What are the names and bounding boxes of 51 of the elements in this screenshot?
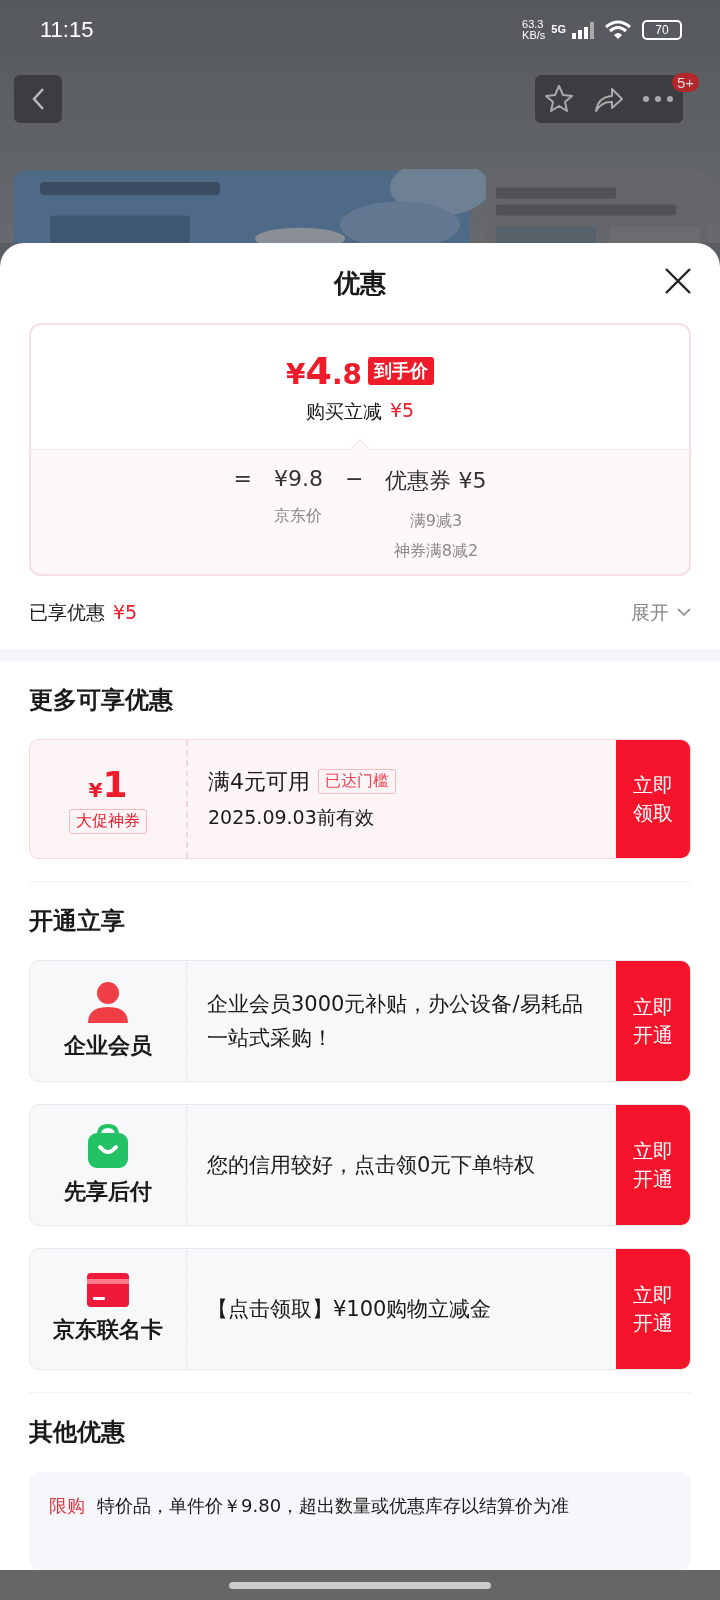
section-title: 其他优惠 [28,1417,126,1449]
notice-text: 特价品，单件价￥9.80，超出数量或优惠库存以结算价为准 [97,1493,570,1518]
offer-name: 先享后付 [64,1178,152,1207]
coupon-tag: 大促神券 [69,808,147,834]
limit-tag: 限购 [49,1493,85,1518]
base-price: ¥9.8 [274,466,323,492]
section-title: 开通立享 [28,905,126,937]
section-title: 更多可享优惠 [28,684,174,716]
coupon-note: 满9减3 [409,510,463,533]
minus-sign: − [345,466,364,492]
base-price-label: 京东价 [274,505,323,528]
wifi-icon [604,19,632,42]
back-button[interactable] [14,74,62,123]
bank-card-icon [87,1273,129,1308]
star-icon [544,83,574,114]
home-indicator[interactable] [229,1581,491,1589]
activate-button[interactable]: 立即开通 [616,1249,690,1370]
price-tag: 到手价 [368,357,435,386]
coupon-note: 神券满8减2 [393,540,479,563]
equals-sign: = [233,466,252,492]
sheet-title: 优惠 [334,266,386,300]
more-icon [642,94,674,103]
coupon-value: ¥1 [88,763,128,805]
discount-amount: ¥5 [389,399,415,424]
final-price: ¥4.8 [285,349,363,394]
activate-button[interactable]: 立即开通 [616,1105,690,1226]
notification-badge: 5+ [671,72,699,92]
enjoyed-label: 已享优惠 [29,600,105,623]
chevron-down-icon [677,608,691,618]
back-icon [31,86,45,111]
expand-button[interactable]: 展开 [631,599,691,626]
offer-description: 企业会员3000元补贴，办公设备/易耗品一站式采购！ [206,991,584,1053]
status-time: 11:15 [40,17,94,44]
coupon-validity: 2025.09.03前有效 [208,804,375,830]
close-icon [664,267,692,295]
shopping-bag-icon [86,1123,130,1170]
battery-indicator: 70 [642,20,682,41]
network-speed: 63.3 KB/s [522,19,546,42]
coupon-amount: 优惠券 ¥5 [385,467,487,496]
offer-description: 【点击领取】¥100购物立减金 [206,1296,493,1324]
network-type: 5G [551,23,566,36]
discount-label: 购买立减 [305,399,382,425]
coupon-condition: 满4元可用 [208,767,310,796]
activate-button[interactable]: 立即开通 [616,961,690,1082]
enjoyed-amount: ¥5 [113,600,138,623]
offer-name: 企业会员 [64,1032,152,1061]
offer-name: 京东联名卡 [53,1316,163,1345]
offer-description: 您的信用较好，点击领0元下单特权 [206,1152,537,1180]
threshold-badge: 已达门槛 [318,769,396,795]
claim-button[interactable]: 立即领取 [616,740,690,858]
close-button[interactable] [664,267,692,295]
